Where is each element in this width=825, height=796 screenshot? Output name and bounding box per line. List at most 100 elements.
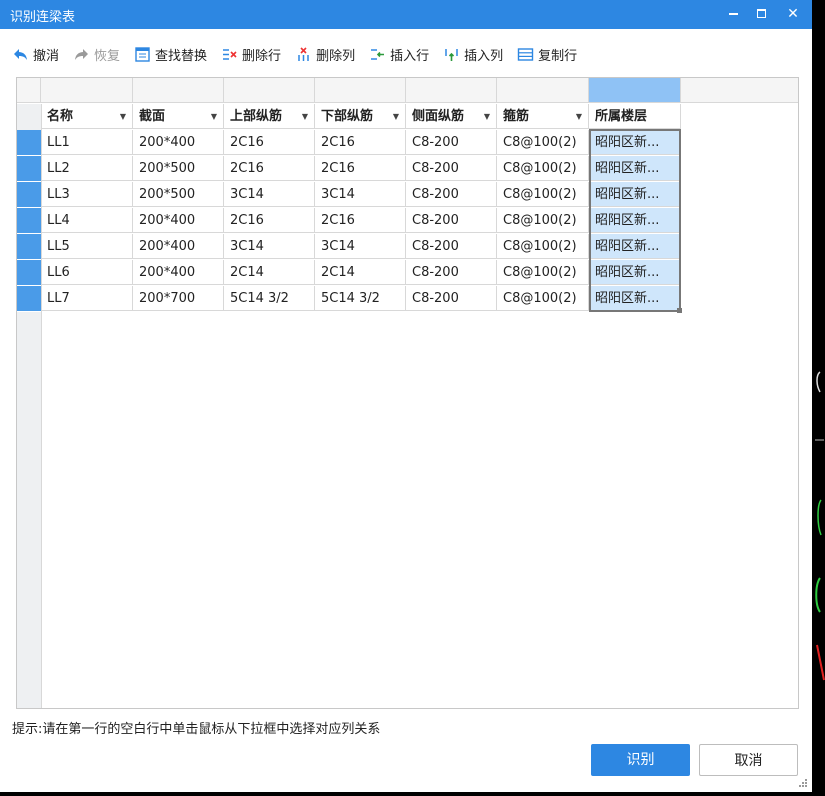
table-cell[interactable]: 200*400 [133,130,224,155]
table-cell[interactable]: LL1 [41,130,133,155]
table-cell-selected[interactable]: 昭阳区新... [589,130,681,155]
column-header[interactable]: 下部纵筋 ▼ [315,104,406,129]
row-header[interactable] [17,234,41,260]
table-row[interactable]: LL2 200*500 2C16 2C16 C8-200 C8@100(2) 昭… [17,156,681,182]
table-row[interactable]: LL7 200*700 5C14 3/2 5C14 3/2 C8-200 C8@… [17,286,681,312]
table-cell[interactable]: C8@100(2) [497,286,589,311]
mapping-row[interactable] [17,78,798,104]
table-row[interactable]: LL1 200*400 2C16 2C16 C8-200 C8@100(2) 昭… [17,130,681,156]
mapping-cell[interactable] [224,78,315,103]
cancel-button[interactable]: 取消 [699,744,798,776]
table-cell[interactable]: C8@100(2) [497,182,589,207]
table-cell[interactable]: C8@100(2) [497,130,589,155]
mapping-cell-selected[interactable] [589,78,681,103]
undo-button[interactable]: 撤消 [12,45,59,64]
table-cell[interactable]: 3C14 [315,182,406,207]
mapping-cell[interactable] [133,78,224,103]
table-cell-selected[interactable]: 昭阳区新... [589,156,681,181]
mapping-cell[interactable] [315,78,406,103]
column-header[interactable]: 侧面纵筋 ▼ [406,104,497,129]
dropdown-arrow-icon[interactable]: ▼ [393,104,399,128]
row-header[interactable] [17,182,41,208]
table-cell[interactable]: 2C16 [224,208,315,233]
delete-column-button[interactable]: 删除列 [295,45,355,64]
table-cell[interactable]: 2C14 [315,260,406,285]
row-header[interactable] [17,156,41,182]
table-cell[interactable]: C8-200 [406,208,497,233]
mapping-cell[interactable] [41,78,133,103]
column-header[interactable]: 名称 ▼ [41,104,133,129]
minimize-button[interactable] [722,4,744,24]
table-cell[interactable]: LL2 [41,156,133,181]
table-cell[interactable]: 200*700 [133,286,224,311]
table-cell[interactable]: C8@100(2) [497,208,589,233]
redo-button[interactable]: 恢复 [73,45,120,64]
mapping-cell[interactable] [497,78,589,103]
table-cell[interactable]: 2C16 [224,130,315,155]
table-cell[interactable]: 200*400 [133,208,224,233]
table-row[interactable]: LL4 200*400 2C16 2C16 C8-200 C8@100(2) 昭… [17,208,681,234]
recognize-button[interactable]: 识别 [591,744,690,776]
maximize-button[interactable] [750,4,772,24]
title-bar[interactable]: 识别连梁表 ✕ [0,0,812,29]
table-row[interactable]: LL6 200*400 2C14 2C14 C8-200 C8@100(2) 昭… [17,260,681,286]
mapping-cell[interactable] [406,78,497,103]
table-cell[interactable]: 200*400 [133,260,224,285]
table-cell-selected[interactable]: 昭阳区新... [589,260,681,285]
table-cell[interactable]: 3C14 [224,234,315,259]
row-header[interactable] [17,208,41,234]
insert-column-button[interactable]: 插入列 [443,45,503,64]
table-cell[interactable]: 3C14 [224,182,315,207]
table-cell[interactable]: 2C16 [315,130,406,155]
row-header[interactable] [17,130,41,156]
insert-row-button[interactable]: 插入行 [369,45,429,64]
column-header[interactable]: 所属楼层 [589,104,681,129]
data-grid[interactable]: 名称 ▼ 截面 ▼ 上部纵筋 ▼ 下部纵筋 ▼ 侧面纵筋 ▼ 箍筋 ▼ 所属楼层 LL1 2… [16,77,799,709]
table-cell[interactable]: 200*500 [133,156,224,181]
table-cell[interactable]: C8-200 [406,182,497,207]
table-cell[interactable]: 200*500 [133,182,224,207]
column-header[interactable]: 截面 ▼ [133,104,224,129]
copy-row-button[interactable]: 复制行 [517,45,577,64]
dropdown-arrow-icon[interactable]: ▼ [120,104,126,128]
mapping-cell[interactable] [681,78,798,103]
table-cell[interactable]: C8-200 [406,260,497,285]
table-cell[interactable]: 5C14 3/2 [315,286,406,311]
dropdown-arrow-icon[interactable]: ▼ [302,104,308,128]
table-cell-selected[interactable]: 昭阳区新... [589,234,681,259]
table-row[interactable]: LL3 200*500 3C14 3C14 C8-200 C8@100(2) 昭… [17,182,681,208]
table-cell[interactable]: 5C14 3/2 [224,286,315,311]
table-cell[interactable]: C8-200 [406,234,497,259]
close-button[interactable]: ✕ [782,4,804,24]
table-cell[interactable]: C8@100(2) [497,234,589,259]
table-cell-selected[interactable]: 昭阳区新... [589,182,681,207]
table-row[interactable]: LL5 200*400 3C14 3C14 C8-200 C8@100(2) 昭… [17,234,681,260]
table-cell[interactable]: C8@100(2) [497,260,589,285]
table-cell[interactable]: C8-200 [406,130,497,155]
table-cell[interactable]: 2C16 [315,208,406,233]
table-cell[interactable]: LL6 [41,260,133,285]
dropdown-arrow-icon[interactable]: ▼ [211,104,217,128]
resize-grip-icon[interactable] [798,778,808,788]
table-cell[interactable]: C8-200 [406,156,497,181]
delete-row-button[interactable]: 删除行 [221,45,281,64]
column-header[interactable]: 上部纵筋 ▼ [224,104,315,129]
table-cell[interactable]: 2C16 [224,156,315,181]
table-cell[interactable]: 3C14 [315,234,406,259]
column-header[interactable]: 箍筋 ▼ [497,104,589,129]
find-replace-button[interactable]: 查找替换 [134,45,207,64]
table-cell[interactable]: 200*400 [133,234,224,259]
table-cell[interactable]: LL3 [41,182,133,207]
table-cell[interactable]: 2C16 [315,156,406,181]
table-cell[interactable]: LL4 [41,208,133,233]
table-cell[interactable]: LL5 [41,234,133,259]
table-cell[interactable]: C8-200 [406,286,497,311]
table-cell[interactable]: LL7 [41,286,133,311]
table-cell[interactable]: C8@100(2) [497,156,589,181]
row-header[interactable] [17,286,41,312]
fill-handle[interactable] [677,308,682,313]
row-header[interactable] [17,260,41,286]
dropdown-arrow-icon[interactable]: ▼ [484,104,490,128]
table-cell[interactable]: 2C14 [224,260,315,285]
table-cell-selected[interactable]: 昭阳区新... [589,208,681,233]
